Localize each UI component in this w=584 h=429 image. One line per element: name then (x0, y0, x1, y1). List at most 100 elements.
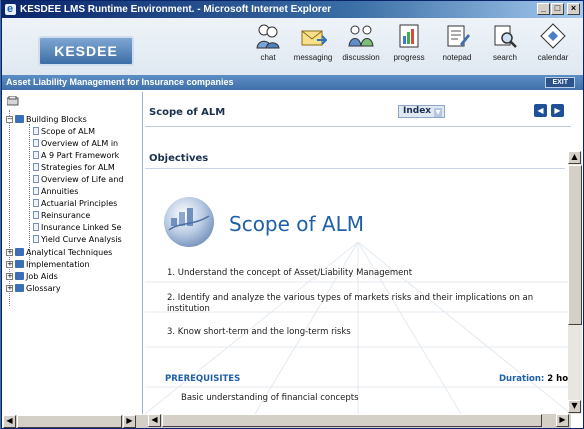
page-title: Scope of ALM (149, 107, 226, 118)
chat-icon (256, 24, 280, 49)
minimize-button[interactable]: _ (537, 3, 550, 15)
tree-item-reinsurance[interactable]: Reinsurance (33, 210, 90, 221)
browser-window: KESDEE LMS Runtime Environment. - Micros… (1, 0, 584, 429)
tool-progress[interactable]: progress (385, 22, 433, 62)
ie-icon (5, 1, 16, 18)
expand-toggle[interactable]: + (6, 261, 13, 268)
progress-icon (399, 24, 419, 48)
tree-item-scope-of-alm[interactable]: Scope of ALM (33, 126, 95, 137)
tool-discussion-label: discussion (342, 53, 380, 62)
index-dropdown[interactable]: Index ▼ (398, 105, 446, 118)
tree-item-annuities[interactable]: Annuities (33, 186, 78, 197)
globe-icon (164, 197, 214, 247)
tree-item-analytical[interactable]: Analytical Techniques (15, 247, 112, 258)
tool-calendar[interactable]: calendar (529, 22, 577, 62)
content-vertical-scrollbar[interactable]: ▲ ▼ (568, 151, 582, 414)
page-icon (33, 223, 39, 231)
scroll-left-button[interactable]: ◀ (3, 415, 16, 428)
tree-item-implementation[interactable]: Implementation (15, 259, 90, 270)
course-title-bar: Asset Liability Management for Insurance… (2, 75, 583, 90)
expand-toggle[interactable]: + (6, 249, 13, 256)
book-icon (15, 115, 24, 123)
tool-discussion[interactable]: discussion (337, 22, 385, 62)
tree-item-actuarial[interactable]: Actuarial Principles (33, 198, 117, 209)
tool-calendar-label: calendar (537, 53, 569, 62)
tree-item-job-aids[interactable]: Job Aids (15, 271, 58, 282)
tool-messaging[interactable]: messaging (289, 22, 337, 62)
tool-chat-label: chat (260, 53, 276, 62)
envelope-icon (301, 30, 327, 46)
exit-button[interactable]: EXIT (545, 77, 575, 88)
tool-notepad-label: notepad (442, 53, 472, 62)
tree-item-strategies[interactable]: Strategies for ALM (33, 162, 115, 173)
tool-messaging-label: messaging (293, 53, 333, 62)
duration-label: Duration: (499, 374, 545, 384)
tool-notepad[interactable]: notepad (433, 22, 481, 62)
objectives-heading: Objectives (149, 153, 209, 164)
divider (145, 168, 565, 174)
book-icon (15, 260, 24, 268)
scroll-left-button[interactable]: ◀ (148, 414, 161, 427)
tool-search[interactable]: search (481, 22, 529, 62)
page-icon (33, 199, 39, 207)
scroll-thumb[interactable] (568, 165, 582, 325)
maximize-button[interactable]: □ (551, 3, 564, 15)
tree-item-insurance-linked[interactable]: Insurance Linked Se (33, 222, 121, 233)
tree-item-overview-life[interactable]: Overview of Life and (33, 174, 123, 185)
prerequisites-label: PREREQUISITES (165, 374, 241, 384)
scroll-thumb[interactable] (162, 414, 542, 427)
objective-item: 1. Understand the concept of Asset/Liabi… (167, 268, 413, 278)
expand-toggle[interactable]: + (6, 273, 13, 280)
divider (145, 126, 571, 127)
scroll-right-button[interactable]: ▶ (123, 415, 136, 428)
tree-item-glossary[interactable]: Glossary (15, 283, 61, 294)
search-icon (494, 25, 517, 48)
duration: Duration: 2 hou (499, 374, 571, 384)
course-title: Asset Liability Management for Insurance… (6, 77, 234, 87)
next-page-button[interactable]: ▶ (551, 104, 564, 117)
tree-item-overview-alm[interactable]: Overview of ALM in (33, 138, 118, 149)
content-pane: Scope of ALM Index ▼ ◀ ▶ Objectives Scope… (145, 92, 571, 414)
tree-item-yield-curve[interactable]: Yield Curve Analysis (33, 234, 122, 245)
scroll-up-button[interactable]: ▲ (568, 151, 581, 164)
hero-title: Scope of ALM (229, 212, 364, 236)
tool-search-label: search (492, 53, 517, 62)
course-tree: − Building Blocks Scope of ALM Overview … (3, 92, 143, 414)
toolbar: chat messaging discussion progress notep… (247, 22, 577, 62)
book-icon (15, 284, 24, 292)
tool-progress-label: progress (393, 53, 425, 62)
kesdee-logo: KESDEE (38, 36, 134, 66)
tree-horizontal-scrollbar[interactable]: ◀ ▶ (3, 414, 148, 428)
page-icon (33, 163, 39, 171)
window-title: KESDEE LMS Runtime Environment. - Micros… (20, 4, 332, 15)
page-icon (33, 139, 39, 147)
expand-toggle[interactable]: + (6, 285, 13, 292)
book-icon (15, 248, 24, 256)
tree-item-building-blocks[interactable]: Building Blocks (15, 114, 87, 125)
scroll-right-button[interactable]: ▶ (556, 414, 569, 427)
page-icon (33, 175, 39, 183)
scroll-down-button[interactable]: ▼ (568, 400, 581, 413)
page-icon (33, 127, 39, 135)
notepad-icon (447, 25, 470, 47)
app-header: KESDEE chat messaging discussion progres… (2, 18, 583, 75)
book-icon (15, 272, 24, 280)
scroll-thumb[interactable] (17, 415, 122, 428)
collapse-toggle[interactable]: − (6, 116, 13, 123)
page-icon (33, 211, 39, 219)
window-controls: _ □ × (537, 3, 580, 15)
objective-item: 2. Identify and analyze the various type… (167, 293, 534, 314)
tree-item-framework[interactable]: A 9 Part Framework (33, 150, 119, 161)
objective-item: 3. Know short-term and the long-term ris… (167, 327, 351, 337)
tool-chat[interactable]: chat (247, 22, 289, 62)
close-button[interactable]: × (567, 3, 580, 15)
calendar-icon (540, 23, 566, 49)
prerequisites-text: Basic understanding of financial concept… (181, 393, 359, 403)
chevron-down-icon: ▼ (434, 108, 443, 117)
tree-root-icon (7, 96, 19, 106)
content-horizontal-scrollbar[interactable]: ◀ ▶ (148, 414, 571, 428)
discussion-icon (348, 25, 374, 47)
prev-page-button[interactable]: ◀ (534, 104, 547, 117)
page-icon (33, 187, 39, 195)
index-label: Index (403, 106, 432, 116)
